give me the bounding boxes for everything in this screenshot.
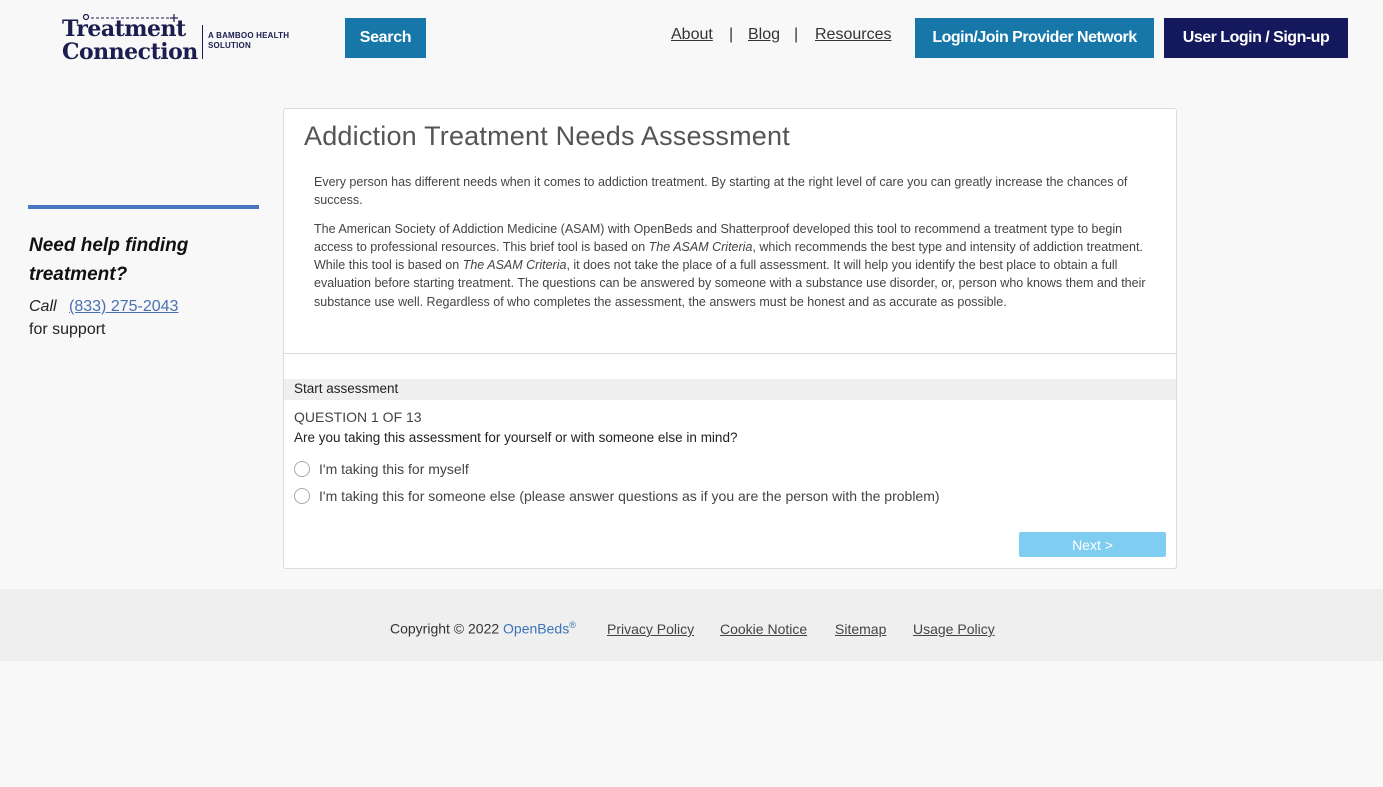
registered-mark: ® (569, 620, 576, 630)
radio-button[interactable] (294, 461, 310, 477)
logo-tagline-line1: A BAMBOO HEALTH (208, 31, 290, 40)
nav-link-about[interactable]: About (671, 26, 713, 43)
assessment-card: Addiction Treatment Needs Assessment Eve… (283, 108, 1177, 569)
footer: Copyright © 2022 OpenBeds® Privacy Polic… (0, 589, 1383, 661)
usage-policy-link[interactable]: Usage Policy (913, 621, 995, 637)
call-label: Call (29, 298, 57, 315)
logo-tagline-line2: SOLUTION (208, 41, 251, 50)
question-counter: QUESTION 1 OF 13 (294, 409, 422, 425)
intro-paragraph-1: Every person has different needs when it… (314, 175, 1128, 208)
nav-separator: | (794, 26, 799, 43)
provider-login-button[interactable]: Login/Join Provider Network (915, 18, 1154, 58)
option-label: I'm taking this for myself (319, 461, 469, 477)
logo-tagline: A BAMBOO HEALTH SOLUTION (208, 31, 289, 51)
phone-link[interactable]: (833) 275-2043 (69, 298, 178, 315)
start-assessment-bar: Start assessment (284, 379, 1176, 400)
nav-link-blog[interactable]: Blog (748, 26, 780, 43)
logo-text-treatment: Treatment (62, 16, 186, 42)
nav-item-blog[interactable]: Blog (748, 26, 780, 50)
nav-separator: | (729, 26, 734, 43)
next-button[interactable]: Next > (1019, 532, 1166, 557)
sitemap-link[interactable]: Sitemap (835, 621, 886, 637)
start-assessment-label: Start assessment (294, 381, 399, 396)
treatment-connection-logo[interactable]: Treatment Connection A BAMBOO HEALTH SOL… (62, 14, 302, 66)
logo-divider (202, 25, 203, 59)
option-someone-else[interactable]: I'm taking this for someone else (please… (294, 486, 940, 506)
cookie-notice-link[interactable]: Cookie Notice (720, 621, 807, 637)
page-title: Addiction Treatment Needs Assessment (304, 121, 790, 151)
option-myself[interactable]: I'm taking this for myself (294, 459, 469, 479)
privacy-policy-link[interactable]: Privacy Policy (607, 621, 694, 637)
option-label: I'm taking this for someone else (please… (319, 488, 940, 504)
sidebar-call: Call (833) 275-2043 (29, 298, 178, 316)
copyright: Copyright © 2022 OpenBeds® (390, 620, 576, 637)
intro-citation: The ASAM Criteria (462, 258, 567, 273)
card-divider (284, 353, 1176, 354)
logo-text-connection: Connection (62, 39, 198, 65)
sidebar-heading: Need help finding treatment? (29, 235, 189, 285)
sidebar-accent-line (28, 205, 259, 209)
search-button[interactable]: Search (345, 18, 426, 58)
sidebar-support-text: for support (29, 321, 106, 338)
question-text: Are you taking this assessment for yours… (294, 430, 738, 445)
copyright-text: Copyright © 2022 (390, 620, 504, 637)
user-login-button[interactable]: User Login / Sign-up (1164, 18, 1348, 58)
intro-citation: The ASAM Criteria (648, 239, 753, 254)
nav-item-about[interactable]: About (671, 26, 713, 50)
nav-item-resources[interactable]: Resources (815, 26, 891, 50)
intro-paragraph-2: The American Society of Addiction Medici… (314, 220, 1150, 311)
nav-link-resources[interactable]: Resources (815, 26, 891, 43)
intro-text: Every person has different needs when it… (314, 173, 1150, 321)
brand-link[interactable]: OpenBeds (503, 621, 569, 637)
radio-button[interactable] (294, 488, 310, 504)
